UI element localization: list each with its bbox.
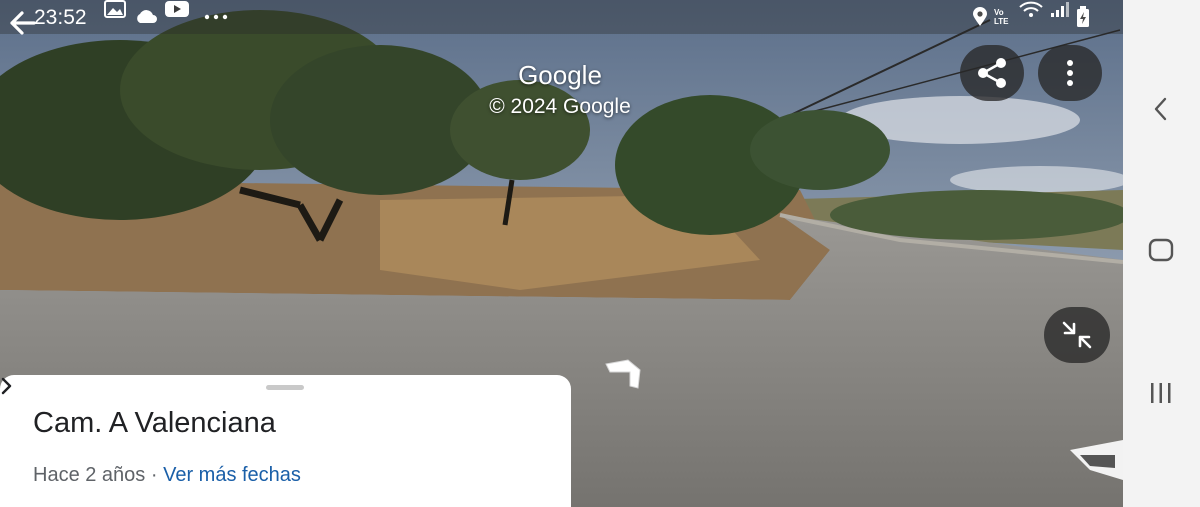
cloud-icon	[137, 10, 157, 23]
capture-date-row: Hace 2 años · Ver más fechas	[33, 464, 301, 487]
date-separator: ·	[145, 464, 164, 486]
more-dates-link[interactable]: Ver más fechas	[163, 464, 301, 486]
exit-fullscreen-button[interactable]	[1044, 307, 1110, 363]
chevron-right-icon[interactable]	[0, 375, 14, 397]
exit-fullscreen-icon	[1062, 321, 1092, 349]
system-navigation-bar	[1123, 0, 1200, 507]
wifi-icon	[1019, 1, 1043, 17]
share-button[interactable]	[960, 45, 1024, 101]
back-icon[interactable]	[1151, 96, 1171, 122]
battery-icon	[1077, 6, 1089, 27]
share-icon	[978, 58, 1006, 88]
copyright-text: © 2024 Google	[489, 95, 631, 118]
gallery-icon	[104, 0, 126, 18]
capture-date: Hace 2 años	[33, 464, 146, 486]
volte-icon: Vo LTE	[994, 8, 1009, 26]
google-watermark: Google	[518, 60, 602, 90]
place-info-panel[interactable]: Cam. A Valenciana Hace 2 años · Ver más …	[0, 375, 571, 507]
signal-icon	[1051, 2, 1069, 17]
status-bar: 23:52 Vo LTE	[0, 0, 1123, 34]
more-vert-icon	[1067, 60, 1073, 86]
street-view-panorama[interactable]: 23:52 Vo LTE Google © 2024 Google Cam. A…	[0, 0, 1123, 507]
navigation-arrow-icon[interactable]	[604, 358, 644, 390]
location-icon	[973, 7, 987, 26]
drag-handle[interactable]	[266, 385, 304, 390]
youtube-icon	[165, 1, 189, 17]
arrow-back-icon[interactable]	[0, 0, 46, 46]
home-icon[interactable]	[1147, 237, 1175, 263]
more-options-button[interactable]	[1038, 45, 1102, 101]
more-notifications-icon	[204, 14, 228, 20]
recent-apps-icon[interactable]	[1147, 380, 1175, 406]
place-title: Cam. A Valenciana	[33, 407, 276, 439]
